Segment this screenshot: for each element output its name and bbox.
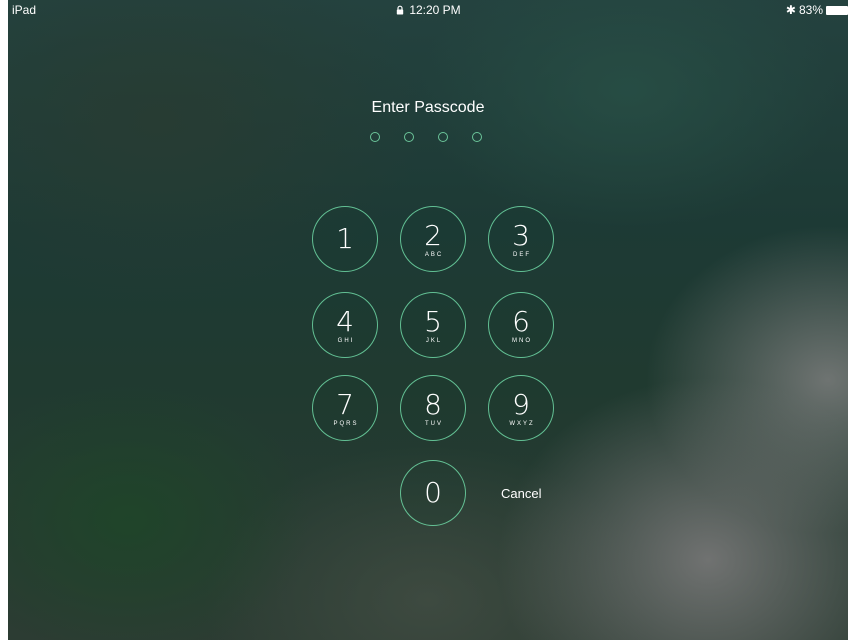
key-1[interactable]: 1 — [312, 206, 378, 272]
passcode-dot — [404, 132, 414, 142]
key-0[interactable]: 0 — [400, 460, 466, 526]
key-digit: 4 — [336, 305, 354, 338]
status-clock: 12:20 PM — [8, 3, 848, 17]
cancel-button[interactable]: Cancel — [501, 486, 541, 501]
key-letters: PQRS — [333, 421, 359, 427]
key-letters: GHI — [337, 338, 355, 344]
key-letters: DEF — [513, 252, 531, 258]
status-bar: iPad 12:20 PM ✱ 83% — [8, 0, 848, 20]
passcode-dots — [370, 132, 482, 142]
key-5[interactable]: 5 JKL — [400, 292, 466, 358]
status-indicators: ✱ 83% — [786, 3, 848, 17]
key-7[interactable]: 7 PQRS — [312, 375, 378, 441]
key-letters: ABC — [424, 252, 444, 258]
bluetooth-icon: ✱ — [785, 3, 796, 17]
key-digit: 2 — [424, 219, 442, 252]
battery-icon — [826, 5, 848, 15]
key-letters: MNO — [512, 338, 532, 344]
key-4[interactable]: 4 GHI — [312, 292, 378, 358]
key-digit: 6 — [512, 305, 530, 338]
key-digit: 3 — [512, 219, 530, 252]
key-letters: JKL — [425, 338, 443, 344]
passcode-title: Enter Passcode — [371, 99, 485, 116]
passcode-dot — [472, 132, 482, 142]
key-letters: WXYZ — [509, 421, 535, 427]
key-6[interactable]: 6 MNO — [488, 292, 554, 358]
key-9[interactable]: 9 WXYZ — [488, 375, 554, 441]
lock-screen: iPad 12:20 PM ✱ 83% Enter Passcode 1 2 A… — [8, 0, 848, 640]
passcode-dot — [370, 132, 380, 142]
battery-percent: 83% — [798, 3, 823, 17]
lock-icon — [397, 5, 404, 15]
passcode-dot — [438, 132, 448, 142]
key-digit: 5 — [424, 305, 442, 338]
key-digit: 7 — [336, 388, 354, 421]
clock-time: 12:20 PM — [409, 3, 461, 17]
key-digit: 1 — [336, 222, 354, 255]
key-8[interactable]: 8 TUV — [400, 375, 466, 441]
key-digit: 8 — [424, 388, 442, 421]
key-3[interactable]: 3 DEF — [488, 206, 554, 272]
key-letters: TUV — [425, 421, 443, 427]
key-digit: 9 — [512, 388, 530, 421]
key-2[interactable]: 2 ABC — [400, 206, 466, 272]
key-digit: 0 — [424, 476, 442, 509]
